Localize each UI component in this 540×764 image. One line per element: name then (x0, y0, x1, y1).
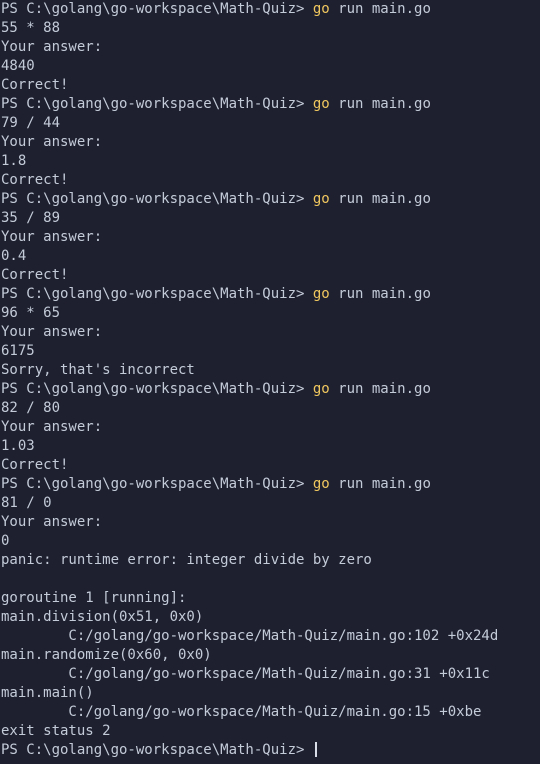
output-line: Your answer: (1, 514, 103, 530)
output-line: Correct! (1, 77, 69, 93)
command-line: PS C:\golang\go-workspace\Math-Quiz> go … (1, 190, 540, 209)
output-line: 4840 (1, 58, 35, 74)
output-line: 0 (1, 533, 10, 549)
output-line: Correct! (1, 457, 69, 473)
output-line: 6175 (1, 343, 35, 359)
output-line: exit status 2 (1, 723, 111, 739)
command-line: PS C:\golang\go-workspace\Math-Quiz> go … (1, 475, 540, 494)
prompt-path: PS C:\golang\go-workspace\Math-Quiz> (1, 96, 313, 112)
output-line: Your answer: (1, 134, 103, 150)
output-line: 81 / 0 (1, 495, 52, 511)
command-args: run main.go (329, 1, 431, 17)
active-prompt-line: PS C:\golang\go-workspace\Math-Quiz> (1, 741, 540, 760)
output-line: main.division(0x51, 0x0) (1, 609, 204, 625)
output-line: C:/golang/go-workspace/Math-Quiz/main.go… (1, 628, 499, 644)
output-line: 96 * 65 (1, 305, 61, 321)
command-args: run main.go (329, 476, 431, 492)
terminal-output[interactable]: PS C:\golang\go-workspace\Math-Quiz> go … (1, 0, 540, 764)
output-line: Correct! (1, 172, 69, 188)
command-args: run main.go (329, 286, 431, 302)
command-keyword: go (312, 476, 330, 492)
command-keyword: go (312, 1, 330, 17)
output-line: Your answer: (1, 39, 103, 55)
output-line: panic: runtime error: integer divide by … (1, 552, 372, 568)
command-line: PS C:\golang\go-workspace\Math-Quiz> go … (1, 380, 540, 399)
output-line: main.randomize(0x60, 0x0) (1, 647, 212, 663)
prompt-path: PS C:\golang\go-workspace\Math-Quiz> (1, 476, 313, 492)
command-line: PS C:\golang\go-workspace\Math-Quiz> go … (1, 95, 540, 114)
output-line: Sorry, that's incorrect (1, 362, 195, 378)
command-keyword: go (312, 286, 330, 302)
output-line: goroutine 1 [running]: (1, 590, 187, 606)
prompt-path: PS C:\golang\go-workspace\Math-Quiz> (1, 381, 313, 397)
output-line: 79 / 44 (1, 115, 61, 131)
text-cursor[interactable] (314, 742, 317, 757)
output-line: Your answer: (1, 324, 103, 340)
output-line: 35 / 89 (1, 210, 61, 226)
command-keyword: go (312, 381, 330, 397)
command-args: run main.go (329, 96, 431, 112)
output-line: main.main() (1, 685, 94, 701)
command-args: run main.go (329, 381, 431, 397)
output-line: Your answer: (1, 419, 103, 435)
output-line: Correct! (1, 267, 69, 283)
prompt-path: PS C:\golang\go-workspace\Math-Quiz> (1, 742, 313, 758)
command-line: PS C:\golang\go-workspace\Math-Quiz> go … (1, 285, 540, 304)
output-line: C:/golang/go-workspace/Math-Quiz/main.go… (1, 666, 490, 682)
output-line: 0.4 (1, 248, 27, 264)
output-line: Your answer: (1, 229, 103, 245)
command-keyword: go (312, 191, 330, 207)
prompt-path: PS C:\golang\go-workspace\Math-Quiz> (1, 191, 313, 207)
output-line: C:/golang/go-workspace/Math-Quiz/main.go… (1, 704, 482, 720)
output-line: 1.8 (1, 153, 27, 169)
output-line: 55 * 88 (1, 20, 61, 36)
command-args: run main.go (329, 191, 431, 207)
output-line: 1.03 (1, 438, 35, 454)
output-line: 82 / 80 (1, 400, 61, 416)
prompt-path: PS C:\golang\go-workspace\Math-Quiz> (1, 1, 313, 17)
command-keyword: go (312, 96, 330, 112)
command-line: PS C:\golang\go-workspace\Math-Quiz> go … (1, 0, 540, 19)
prompt-path: PS C:\golang\go-workspace\Math-Quiz> (1, 286, 313, 302)
